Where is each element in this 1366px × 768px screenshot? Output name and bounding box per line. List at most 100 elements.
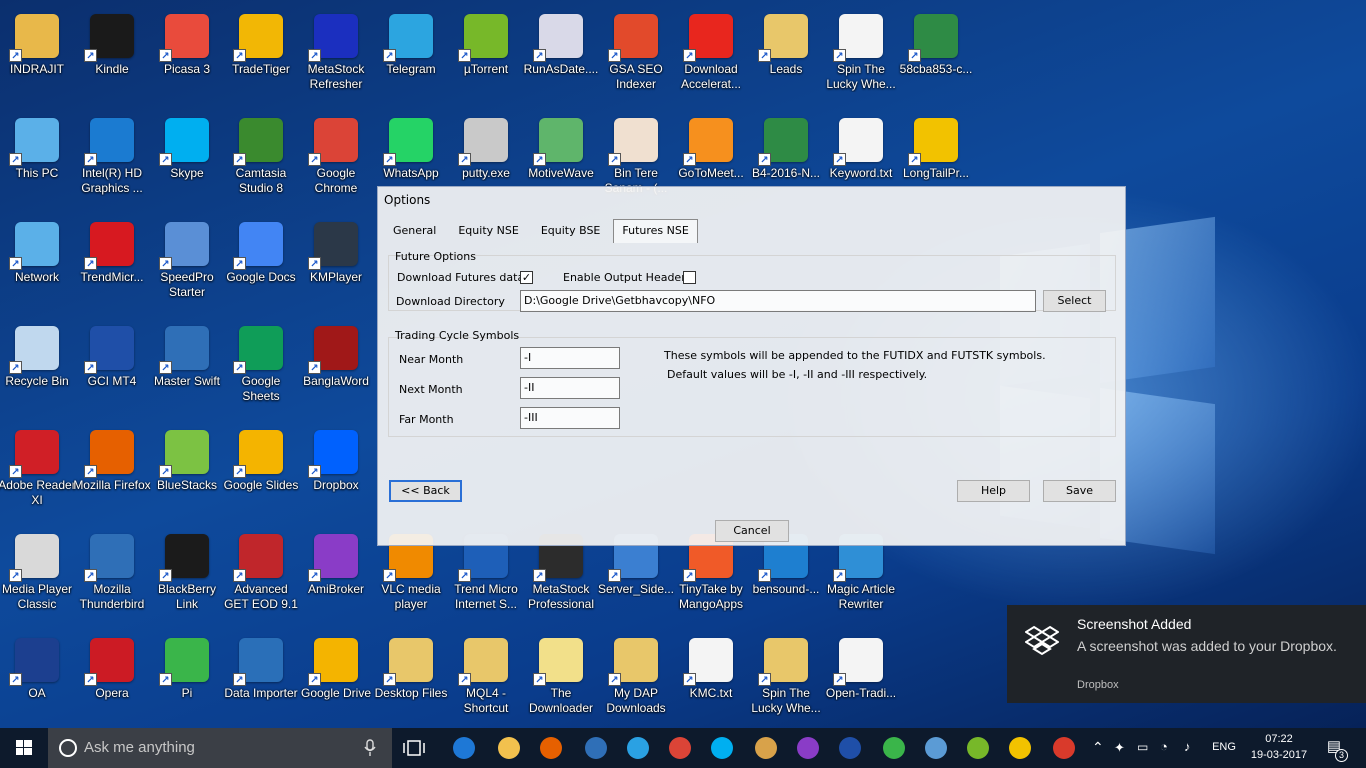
microphone-icon[interactable] (364, 739, 376, 757)
desktop-icon[interactable]: ↗Mozilla Firefox (75, 420, 149, 520)
select-directory-button[interactable]: Select (1043, 290, 1106, 312)
desktop-icon[interactable]: ↗µTorrent (449, 4, 523, 104)
desktop-icon[interactable]: ↗Leads (749, 4, 823, 104)
tab-futures-nse[interactable]: Futures NSE (613, 219, 697, 243)
tab-general[interactable]: General (384, 219, 445, 241)
shortcut-arrow-icon: ↗ (458, 153, 471, 166)
start-button[interactable] (0, 728, 48, 768)
taskbar-skype-button[interactable] (704, 732, 740, 764)
desktop-icon[interactable]: ↗This PC (0, 108, 74, 208)
desktop-icon[interactable]: ↗Spin The Lucky Whe... (749, 628, 823, 728)
clock-time[interactable]: 07:22 (1244, 733, 1314, 745)
save-button[interactable]: Save (1043, 480, 1116, 502)
taskbar-gci-mt4-button[interactable] (832, 732, 868, 764)
desktop-icon[interactable]: ↗Recycle Bin (0, 316, 74, 416)
wifi-tray-icon[interactable]: ◔ (1160, 739, 1168, 754)
desktop-icon[interactable]: ↗Google Sheets (224, 316, 298, 416)
language-indicator[interactable]: ENG (1208, 741, 1240, 753)
desktop-icon[interactable]: ↗TradeTiger (224, 4, 298, 104)
desktop-icon[interactable]: ↗SpeedPro Starter (150, 212, 224, 312)
desktop-icon[interactable]: ↗AmiBroker (299, 524, 373, 624)
desktop-icon[interactable]: ↗Advanced GET EOD 9.1 (224, 524, 298, 624)
taskbar-longtailpro-button[interactable] (1002, 732, 1038, 764)
desktop-icon[interactable]: ↗Open-Tradi... (824, 628, 898, 728)
notification-toast[interactable]: Screenshot Added A screenshot was added … (1007, 605, 1366, 703)
desktop-icon[interactable]: ↗BlackBerry Link (150, 524, 224, 624)
desktop-icon[interactable]: ↗KMPlayer (299, 212, 373, 312)
cancel-button[interactable]: Cancel (715, 520, 789, 542)
taskbar-file-explorer-button[interactable] (491, 732, 527, 764)
far-month-field[interactable]: -III (520, 407, 620, 429)
desktop-icon[interactable]: ↗Master Swift (150, 316, 224, 416)
desktop-icon[interactable]: ↗KMC.txt (674, 628, 748, 728)
desktop-icon[interactable]: ↗Network (0, 212, 74, 312)
taskbar-thunderbird-button[interactable] (578, 732, 614, 764)
desktop-icon[interactable]: ↗Desktop Files (374, 628, 448, 728)
taskbar-firefox-button[interactable] (533, 732, 569, 764)
shortcut-arrow-icon: ↗ (458, 673, 471, 686)
next-month-field[interactable]: -II (520, 377, 620, 399)
search-box[interactable]: Ask me anything (48, 728, 392, 768)
desktop-icon[interactable]: ↗Google Slides (224, 420, 298, 520)
tab-equity-nse[interactable]: Equity NSE (449, 219, 527, 241)
desktop-icon[interactable]: ↗Adobe Reader XI (0, 420, 74, 520)
usb-tray-icon[interactable]: ▭ (1137, 740, 1148, 754)
shortcut-arrow-icon: ↗ (308, 153, 321, 166)
taskbar-getbhavcopy-button[interactable] (1046, 732, 1082, 764)
taskbar-tradetiger-button[interactable] (918, 732, 954, 764)
desktop-icon[interactable]: ↗Google Drive (299, 628, 373, 728)
desktop-icon[interactable]: ↗RunAsDate.... (524, 4, 598, 104)
desktop-icon-label: Desktop Files (372, 686, 450, 701)
desktop-icon[interactable]: ↗Camtasia Studio 8 (224, 108, 298, 208)
volume-tray-icon[interactable]: ♪ (1184, 739, 1191, 754)
desktop-icon[interactable]: ↗Telegram (374, 4, 448, 104)
taskbar-edge-button[interactable] (446, 732, 482, 764)
desktop-icon[interactable]: ↗GCI MT4 (75, 316, 149, 416)
desktop-icon[interactable]: ↗58cba853-c... (899, 4, 973, 104)
desktop-icon[interactable]: ↗MQL4 - Shortcut (449, 628, 523, 728)
desktop-icon[interactable]: ↗Opera (75, 628, 149, 728)
near-month-field[interactable]: -I (520, 347, 620, 369)
tab-equity-bse[interactable]: Equity BSE (532, 219, 610, 241)
desktop-icon[interactable]: ↗My DAP Downloads (599, 628, 673, 728)
desktop-icon[interactable]: ↗Skype (150, 108, 224, 208)
taskbar-internet-explorer-button[interactable] (620, 732, 656, 764)
desktop-icon[interactable]: ↗Media Player Classic (0, 524, 74, 624)
download-directory-field[interactable]: D:\Google Drive\Getbhavcopy\NFO (520, 290, 1036, 312)
dropbox-tray-icon[interactable]: ✦ (1114, 740, 1125, 756)
desktop-icon[interactable]: ↗Picasa 3 (150, 4, 224, 104)
taskbar-amibroker-button[interactable] (790, 732, 826, 764)
help-button[interactable]: Help (957, 480, 1030, 502)
clock-date[interactable]: 19-03-2017 (1244, 749, 1314, 761)
shortcut-arrow-icon: ↗ (159, 49, 172, 62)
taskbar-metastock-button[interactable] (876, 732, 912, 764)
desktop-icon[interactable]: ↗OA (0, 628, 74, 728)
output-header-checkbox[interactable] (683, 271, 696, 284)
desktop-icon[interactable]: ↗Data Importer (224, 628, 298, 728)
desktop-icon[interactable]: ↗Google Docs (224, 212, 298, 312)
desktop-icon[interactable]: ↗INDRAJIT (0, 4, 74, 104)
desktop-icon[interactable]: ↗Mozilla Thunderbird (75, 524, 149, 624)
far-month-label: Far Month (399, 413, 454, 426)
desktop-icon[interactable]: ↗Download Accelerat... (674, 4, 748, 104)
desktop-icon[interactable]: ↗Spin The Lucky Whe... (824, 4, 898, 104)
desktop-icon[interactable]: ↗BanglaWord (299, 316, 373, 416)
desktop-icon[interactable]: ↗Dropbox (299, 420, 373, 520)
desktop-icon[interactable]: ↗Intel(R) HD Graphics ... (75, 108, 149, 208)
download-futures-checkbox[interactable]: ✓ (520, 271, 533, 284)
desktop-icon[interactable]: ↗Kindle (75, 4, 149, 104)
desktop-icon[interactable]: ↗The Downloader (524, 628, 598, 728)
desktop-icon[interactable]: ↗Pi (150, 628, 224, 728)
tray-show-hidden-icon[interactable]: ⌃ (1092, 739, 1104, 756)
taskbar-chrome-button[interactable] (662, 732, 698, 764)
task-view-button[interactable] (396, 732, 432, 764)
desktop-icon[interactable]: ↗Google Chrome (299, 108, 373, 208)
taskbar-paint-button[interactable] (748, 732, 784, 764)
back-button[interactable]: << Back (389, 480, 462, 502)
desktop-icon[interactable]: ↗BlueStacks (150, 420, 224, 520)
desktop-icon[interactable]: ↗MetaStock Refresher (299, 4, 373, 104)
desktop-icon[interactable]: ↗GSA SEO Indexer (599, 4, 673, 104)
banglaword-icon: ↗ (314, 326, 358, 370)
desktop-icon[interactable]: ↗TrendMicr... (75, 212, 149, 312)
taskbar-utorrent-button[interactable] (960, 732, 996, 764)
